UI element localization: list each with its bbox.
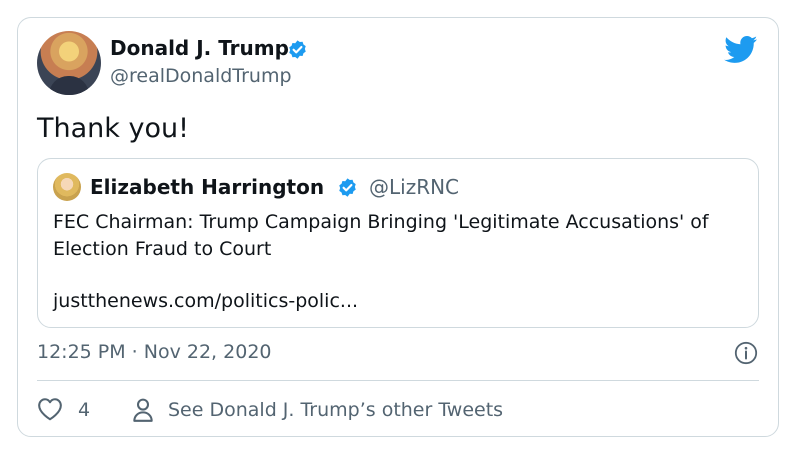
other-tweets-link[interactable]: See Donald J. Trump’s other Tweets (168, 398, 503, 422)
quoted-tweet-link: justthenews.com/politics-polic... (53, 290, 359, 312)
verified-badge-icon (289, 40, 306, 59)
quoted-tweet[interactable]: Elizabeth Harrington @LizRNC FEC Chairma… (37, 158, 759, 328)
like-count[interactable]: 4 (78, 398, 90, 422)
divider (37, 380, 759, 381)
person-icon[interactable] (132, 397, 154, 423)
author-avatar[interactable] (37, 31, 101, 95)
tweet-timestamp[interactable]: 12:25 PM · Nov 22, 2020 (37, 340, 272, 364)
quoted-tweet-text: FEC Chairman: Trump Campaign Bringing 'L… (53, 211, 709, 260)
tweet-text: Thank you! (37, 113, 189, 144)
author-handle[interactable]: @realDonaldTrump (110, 64, 292, 88)
author-name[interactable]: Donald J. Trump (110, 36, 289, 60)
heart-icon[interactable] (37, 397, 63, 421)
twitter-bird-icon[interactable] (724, 36, 758, 64)
quoted-author-handle: @LizRNC (369, 175, 460, 199)
verified-badge-icon (339, 178, 356, 197)
info-icon[interactable] (734, 341, 758, 365)
quoted-author-avatar (53, 173, 81, 201)
quoted-author-name: Elizabeth Harrington (90, 175, 325, 199)
